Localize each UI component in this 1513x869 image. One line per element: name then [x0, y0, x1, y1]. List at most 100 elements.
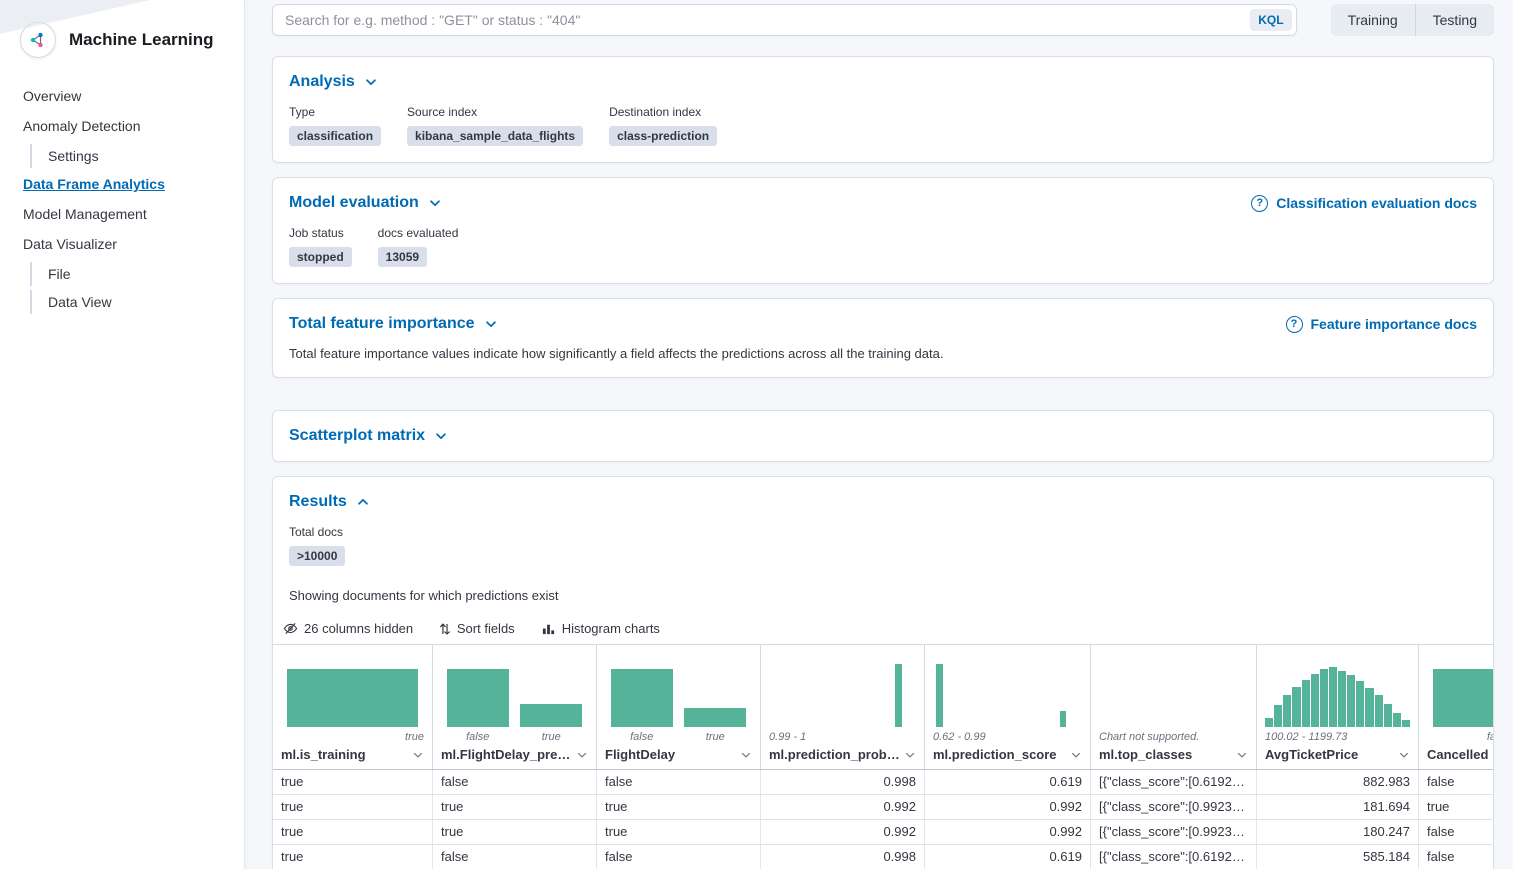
grid-cell-cancelled[interactable]: false	[1419, 770, 1493, 794]
job-status-badge: stopped	[289, 247, 352, 267]
histogram-chart	[281, 655, 424, 727]
columns-hidden-button[interactable]: 26 columns hidden	[283, 621, 413, 636]
grid-cell-cancelled[interactable]: false	[1419, 820, 1493, 844]
column-actions-chevron-icon[interactable]	[576, 749, 588, 761]
grid-cell-ml-prediction-probability[interactable]: 0.998	[761, 770, 925, 794]
doc-link-label: Feature importance docs	[1311, 316, 1478, 332]
grid-cell-ml-top-classes[interactable]: [{"class_score":[0.99232...	[1091, 820, 1257, 844]
grid-cell-avgticketprice[interactable]: 585.184	[1257, 845, 1419, 869]
grid-cell-ml-prediction-score[interactable]: 0.619	[925, 845, 1091, 869]
field-label: Job status	[289, 226, 352, 240]
column-header-ml-flightdelay-prediction[interactable]: falsetrueml.FlightDelay_prediction	[433, 645, 597, 769]
column-header-cancelled[interactable]: falseCancelled	[1419, 645, 1493, 769]
grid-cell-ml-prediction-score[interactable]: 0.992	[925, 795, 1091, 819]
grid-cell-cancelled[interactable]: false	[1419, 845, 1493, 869]
source-index-badge: kibana_sample_data_flights	[407, 126, 583, 146]
grid-cell-flightdelay[interactable]: false	[597, 770, 761, 794]
results-accordion-toggle[interactable]: Results	[289, 493, 370, 511]
column-name: FlightDelay	[605, 747, 675, 762]
grid-cell-cancelled[interactable]: true	[1419, 795, 1493, 819]
table-row: truetruetrue0.9920.992[{"class_score":[0…	[273, 820, 1493, 845]
column-name: ml.FlightDelay_prediction	[441, 747, 572, 762]
model-evaluation-title: Model evaluation	[289, 194, 419, 212]
grid-cell-ml-flightdelay-prediction[interactable]: false	[433, 770, 597, 794]
column-actions-chevron-icon[interactable]	[1070, 749, 1082, 761]
sidebar-item-data-visualizer[interactable]: Data Visualizer	[23, 232, 117, 256]
grid-cell-ml-prediction-score[interactable]: 0.992	[925, 820, 1091, 844]
grid-cell-ml-flightdelay-prediction[interactable]: true	[433, 795, 597, 819]
grid-cell-flightdelay[interactable]: true	[597, 795, 761, 819]
sort-fields-button[interactable]: ⇅ Sort fields	[439, 621, 515, 636]
grid-cell-ml-flightdelay-prediction[interactable]: true	[433, 820, 597, 844]
model-evaluation-accordion-toggle[interactable]: Model evaluation	[289, 194, 442, 212]
grid-cell-ml-prediction-score[interactable]: 0.619	[925, 770, 1091, 794]
sidebar-item-data-view[interactable]: Data View	[30, 290, 112, 314]
column-actions-chevron-icon[interactable]	[904, 749, 916, 761]
histogram-bar	[1320, 669, 1328, 727]
sidebar-item-model-management[interactable]: Model Management	[23, 202, 147, 226]
total-feature-importance-accordion-toggle[interactable]: Total feature importance	[289, 315, 498, 333]
histogram-bar	[1402, 720, 1410, 727]
total-feature-importance-title: Total feature importance	[289, 315, 475, 333]
sidebar-item-file[interactable]: File	[30, 262, 71, 286]
analysis-accordion-toggle[interactable]: Analysis	[289, 73, 378, 91]
total-docs-badge: >10000	[289, 546, 345, 566]
histogram-labels: 0.99 - 1	[761, 729, 924, 745]
grid-cell-ml-top-classes[interactable]: [{"class_score":[0.99232...	[1091, 795, 1257, 819]
grid-cell-ml-prediction-probability[interactable]: 0.998	[761, 845, 925, 869]
training-button[interactable]: Training	[1331, 4, 1415, 36]
search-input[interactable]	[272, 4, 1297, 36]
training-testing-toggle: Training Testing	[1331, 4, 1494, 36]
histogram-label: 100.02 - 1199.73	[1265, 731, 1347, 743]
column-header-ml-top-classes[interactable]: Chart not supported.ml.top_classes	[1091, 645, 1257, 769]
grid-cell-ml-is-training[interactable]: true	[273, 770, 433, 794]
sidebar-item-anomaly-detection[interactable]: Anomaly Detection	[23, 114, 141, 138]
analysis-panel: Analysis Type classification Source inde…	[272, 56, 1494, 163]
feature-importance-docs-link[interactable]: ? Feature importance docs	[1286, 316, 1478, 333]
grid-cell-ml-prediction-probability[interactable]: 0.992	[761, 795, 925, 819]
sidebar-item-overview[interactable]: Overview	[23, 84, 81, 108]
histogram-bar	[1393, 713, 1401, 727]
column-header-ml-is-training[interactable]: trueml.is_training	[273, 645, 433, 769]
histogram-bar	[1265, 718, 1273, 727]
grid-cell-avgticketprice[interactable]: 180.247	[1257, 820, 1419, 844]
column-header-flightdelay[interactable]: falsetrueFlightDelay	[597, 645, 761, 769]
grid-cell-ml-prediction-probability[interactable]: 0.992	[761, 820, 925, 844]
classification-evaluation-docs-link[interactable]: ? Classification evaluation docs	[1251, 195, 1477, 212]
grid-cell-ml-top-classes[interactable]: [{"class_score":[0.61925...	[1091, 770, 1257, 794]
kql-badge[interactable]: KQL	[1250, 9, 1291, 31]
grid-cell-ml-is-training[interactable]: true	[273, 820, 433, 844]
histogram-label: true	[405, 731, 424, 743]
histogram-labels: true	[273, 729, 432, 745]
column-actions-chevron-icon[interactable]	[1236, 749, 1248, 761]
grid-cell-ml-is-training[interactable]: true	[273, 845, 433, 869]
histogram-bar	[1433, 669, 1493, 727]
histogram-bar	[1292, 687, 1300, 727]
sidebar-item-settings[interactable]: Settings	[30, 144, 99, 168]
column-name: Cancelled	[1427, 747, 1488, 762]
column-header-avgticketprice[interactable]: 100.02 - 1199.73AvgTicketPrice	[1257, 645, 1419, 769]
testing-button[interactable]: Testing	[1416, 4, 1494, 36]
grid-clip: trueml.is_trainingfalsetrueml.FlightDela…	[273, 645, 1493, 869]
scatterplot-matrix-accordion-toggle[interactable]: Scatterplot matrix	[289, 427, 448, 445]
help-icon: ?	[1251, 195, 1268, 212]
sort-fields-label: Sort fields	[457, 621, 515, 636]
column-actions-chevron-icon[interactable]	[412, 749, 424, 761]
histogram-label: false	[605, 731, 679, 743]
column-actions-chevron-icon[interactable]	[1398, 749, 1410, 761]
column-actions-chevron-icon[interactable]	[740, 749, 752, 761]
column-header-ml-prediction-score[interactable]: 0.62 - 0.99ml.prediction_score	[925, 645, 1091, 769]
histogram-label: false	[441, 731, 515, 743]
grid-cell-flightdelay[interactable]: false	[597, 845, 761, 869]
histogram-bar	[684, 708, 746, 727]
column-header-ml-prediction-probability[interactable]: 0.99 - 1ml.prediction_probability	[761, 645, 925, 769]
grid-cell-ml-is-training[interactable]: true	[273, 795, 433, 819]
grid-cell-ml-top-classes[interactable]: [{"class_score":[0.61925...	[1091, 845, 1257, 869]
sidebar-item-data-frame-analytics[interactable]: Data Frame Analytics	[23, 172, 165, 196]
histogram-charts-button[interactable]: Histogram charts	[541, 621, 660, 636]
grid-cell-ml-flightdelay-prediction[interactable]: false	[433, 845, 597, 869]
grid-cell-avgticketprice[interactable]: 882.983	[1257, 770, 1419, 794]
grid-cell-avgticketprice[interactable]: 181.694	[1257, 795, 1419, 819]
histogram-chart	[1265, 655, 1410, 727]
grid-cell-flightdelay[interactable]: true	[597, 820, 761, 844]
